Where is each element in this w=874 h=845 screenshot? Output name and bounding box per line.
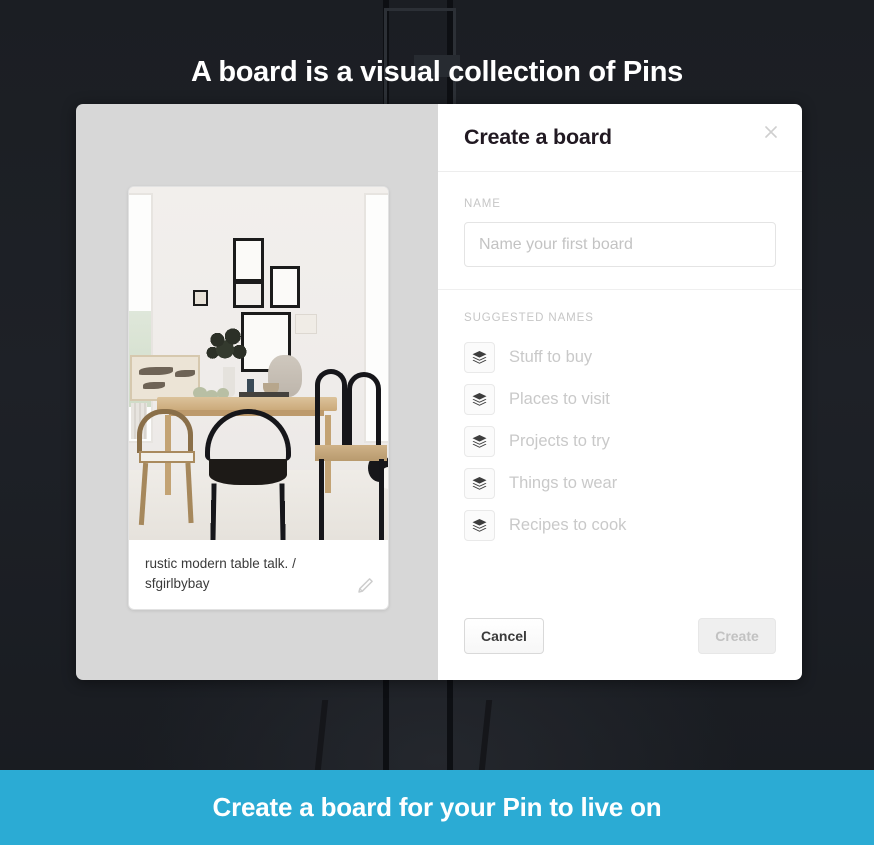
layers-icon (464, 341, 495, 373)
chair-legs-front (210, 483, 286, 540)
wall-art-3 (270, 266, 300, 308)
fish-illustration-1 (139, 367, 173, 375)
suggested-name-item[interactable]: Places to visit (464, 378, 776, 420)
suggested-name-label: Recipes to cook (509, 515, 627, 534)
wall-art-2 (233, 281, 264, 308)
modal-header: Create a board (438, 104, 802, 172)
suggested-name-item[interactable]: Recipes to cook (464, 504, 776, 546)
background-chair (313, 700, 493, 780)
modal-title: Create a board (464, 125, 612, 149)
suggested-name-item[interactable]: Projects to try (464, 420, 776, 462)
board-name-input[interactable] (464, 222, 776, 267)
suggested-name-item[interactable]: Stuff to buy (464, 336, 776, 378)
pin-preview-card[interactable]: rustic modern table talk. / sfgirlbybay (128, 186, 389, 611)
dried-plant (203, 323, 251, 371)
layers-icon (464, 467, 495, 499)
page-title: A board is a visual collection of Pins (191, 56, 683, 88)
name-section-label: NAME (464, 198, 501, 210)
chair-back-right-1 (315, 369, 347, 449)
suggested-name-label: Projects to try (509, 431, 610, 450)
wall-art-1 (233, 238, 264, 282)
pin-image (129, 187, 388, 540)
chair-seat-right (315, 445, 387, 461)
suggested-names-list: Stuff to buy Places to visit Projects to… (464, 336, 776, 546)
fish-illustration-3 (143, 382, 165, 389)
page-root: A board is a visual collection of Pins r… (0, 0, 874, 845)
layers-icon (464, 383, 495, 415)
layers-icon (464, 509, 495, 541)
bottom-banner: Create a board for your Pin to live on (0, 770, 874, 845)
leaning-art-board (130, 355, 200, 401)
bottom-banner-text: Create a board for your Pin to live on (212, 792, 662, 822)
chair-back-left (137, 409, 193, 453)
suggested-name-item[interactable]: Things to wear (464, 462, 776, 504)
pin-caption: rustic modern table talk. / sfgirlbybay (129, 540, 388, 609)
suggested-name-label: Stuff to buy (509, 347, 593, 366)
chair-back-right-2 (347, 372, 381, 450)
create-board-modal: rustic modern table talk. / sfgirlbybay … (76, 104, 802, 680)
suggested-names-label: SUGGESTED NAMES (464, 312, 594, 324)
chair-leg-right-2 (379, 459, 384, 540)
board-name-section: NAME (438, 172, 802, 290)
create-board-form-pane: Create a board NAME SUGGESTED NAMES (438, 104, 802, 680)
create-button[interactable]: Create (698, 618, 776, 654)
close-icon[interactable] (760, 124, 782, 146)
chair-leg-right-1 (319, 459, 324, 540)
chair-seat-front (209, 459, 287, 485)
pin-caption-text: rustic modern table talk. / sfgirlbybay (145, 556, 296, 591)
pin-preview-pane: rustic modern table talk. / sfgirlbybay (76, 104, 438, 680)
chair-seat-left (139, 451, 195, 463)
wall-art-6 (295, 314, 317, 334)
fish-illustration-2 (175, 370, 195, 377)
suggested-name-label: Things to wear (509, 473, 618, 492)
suggested-names-section: SUGGESTED NAMES Stuff to buy Places to v… (438, 290, 802, 618)
cancel-button[interactable]: Cancel (464, 618, 544, 654)
modal-footer: Cancel Create (438, 618, 802, 680)
pencil-icon[interactable] (354, 575, 376, 597)
chair-back-front (205, 409, 291, 461)
wall-art-4 (193, 290, 208, 306)
suggested-name-label: Places to visit (509, 389, 610, 408)
layers-icon (464, 425, 495, 457)
